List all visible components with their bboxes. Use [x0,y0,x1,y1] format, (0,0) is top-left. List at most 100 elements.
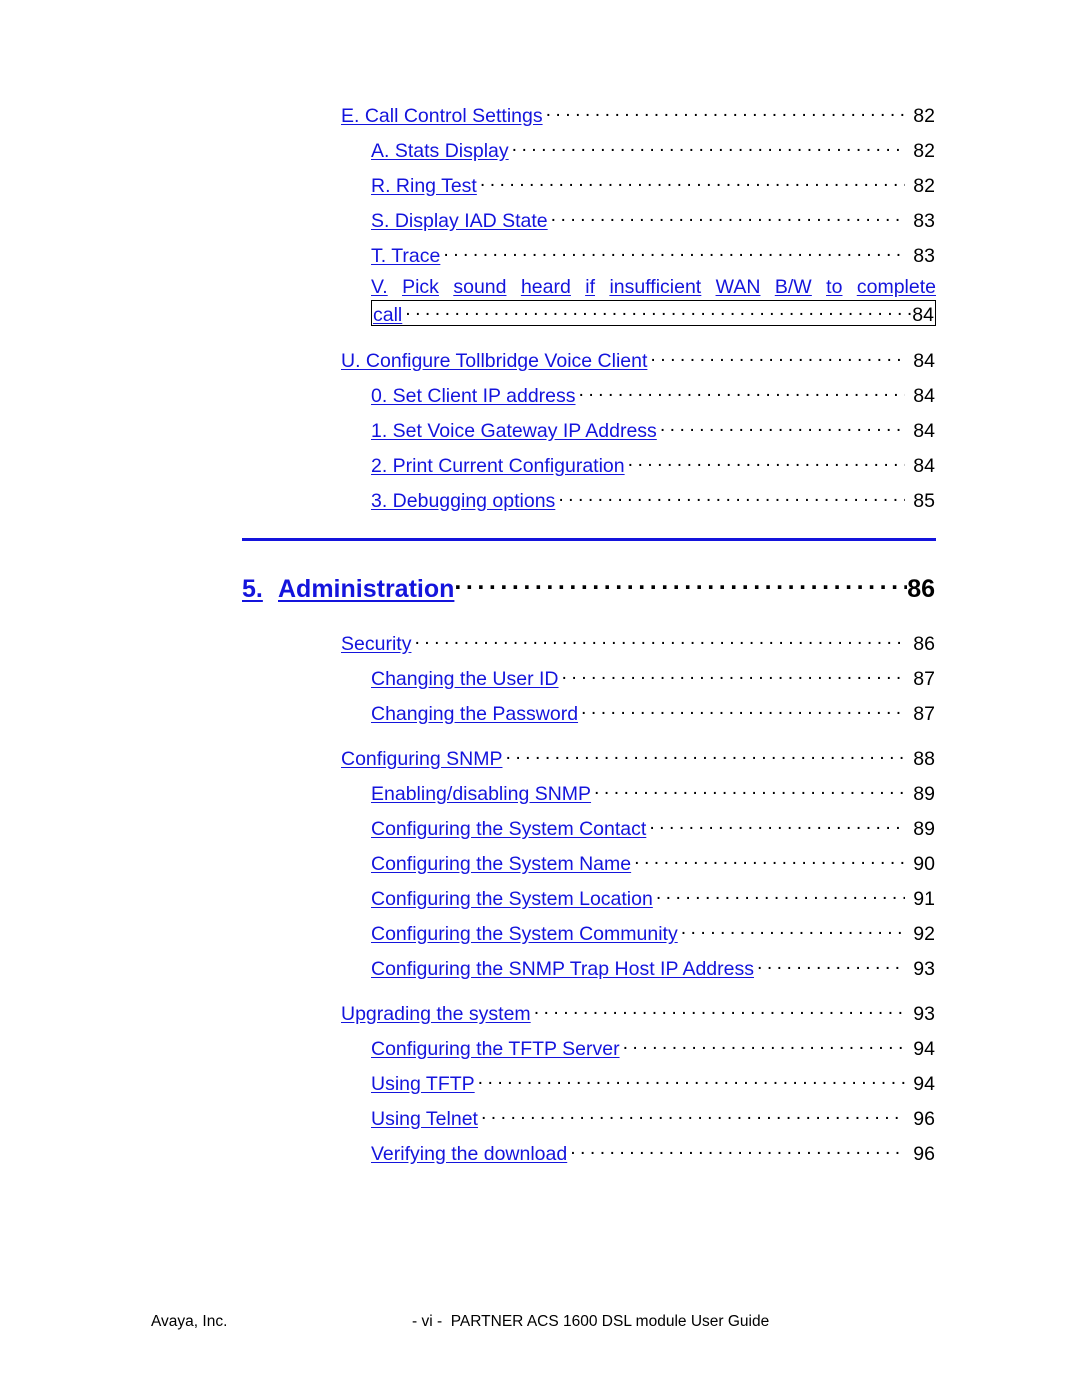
toc-entry-page: 96 [913,1142,935,1165]
toc-entry-label[interactable]: Configuring the System Location [371,889,653,909]
toc-entry[interactable]: Using TFTP 94 [371,1070,935,1094]
dot-leader [570,1140,905,1160]
toc-entry-page: 88 [913,747,935,770]
dot-leader [581,700,905,720]
toc-entry-label[interactable]: 3. Debugging options [371,491,555,511]
toc-entry-page: 82 [913,174,935,197]
dot-leader [562,665,905,685]
chapter-page: 86 [907,575,935,603]
footer-page-marker-and-title: - vi - PARTNER ACS 1600 DSL module User … [412,1313,770,1330]
toc-entry-label-line1[interactable]: V. Pick sound heard if insufficient WAN … [371,277,936,297]
toc-entry[interactable]: U. Configure Tollbridge Voice Client 84 [341,347,935,371]
toc-entry-label[interactable]: Configuring the System Name [371,854,631,874]
toc-entry[interactable]: 0. Set Client IP address 84 [371,382,935,406]
footer-company: Avaya, Inc. [151,1313,228,1330]
toc-entry[interactable]: Configuring SNMP 88 [341,745,935,769]
toc-entry-label[interactable]: Upgrading the system [341,1004,531,1024]
toc-entry[interactable]: 1. Set Voice Gateway IP Address 84 [371,417,935,441]
dot-leader [623,1035,905,1055]
dot-leader [534,1000,905,1020]
toc-entry-label[interactable]: Enabling/disabling SNMP [371,784,591,804]
toc-entry-page: 94 [913,1072,935,1095]
page-footer: Avaya, Inc. - vi - PARTNER ACS 1600 DSL … [0,1313,1080,1337]
toc-entry-label[interactable]: 0. Set Client IP address [371,386,576,406]
toc-entry[interactable]: Upgrading the system 93 [341,1000,935,1024]
toc-entry[interactable]: Verifying the download 96 [371,1140,935,1164]
dot-leader [681,920,905,940]
dot-leader [478,1070,905,1090]
toc-entry[interactable]: T. Trace 83 [371,242,935,266]
chapter-number: 5. [242,575,263,603]
dot-leader [628,452,905,472]
dot-leader [579,382,905,402]
dot-leader [481,1105,905,1125]
dot-leader [757,955,905,975]
toc-entry[interactable]: Configuring the SNMP Trap Host IP Addres… [371,955,935,979]
toc-entry-label[interactable]: Configuring the SNMP Trap Host IP Addres… [371,959,754,979]
toc-entry[interactable]: E. Call Control Settings 82 [341,102,935,126]
toc-entry[interactable]: Security 86 [341,630,935,654]
toc-entry-page: 84 [913,419,935,442]
toc-entry-label[interactable]: 1. Set Voice Gateway IP Address [371,421,657,441]
toc-entry-label[interactable]: A. Stats Display [371,141,509,161]
toc-entry-page: 83 [913,244,935,267]
toc-entry-page: 82 [913,139,935,162]
dot-leader [512,137,905,157]
toc-entry[interactable]: 2. Print Current Configuration 84 [371,452,935,476]
toc-entry[interactable]: Configuring the System Contact 89 [371,815,935,839]
toc-entry[interactable]: S. Display IAD State 83 [371,207,935,231]
toc-entry-label[interactable]: 2. Print Current Configuration [371,456,625,476]
toc-entry-page: 84 [913,454,935,477]
toc-entry-selected[interactable]: V. Pick sound heard if insufficient WAN … [371,277,936,326]
toc-entry-label[interactable]: E. Call Control Settings [341,106,543,126]
dot-leader [454,572,907,597]
toc-entry-page: 94 [913,1037,935,1060]
toc-entry[interactable]: 3. Debugging options 85 [371,487,935,511]
toc-entry-focus-box[interactable]: call 84 [371,300,936,326]
toc-entry[interactable]: Using Telnet 96 [371,1105,935,1129]
dot-leader [656,885,905,905]
toc-entry-page: 92 [913,922,935,945]
toc-entry-label[interactable]: R. Ring Test [371,176,477,196]
toc-entry-page: 89 [913,782,935,805]
toc-entry-label[interactable]: S. Display IAD State [371,211,548,231]
toc-entry-page: 96 [913,1107,935,1130]
toc-entry[interactable]: Configuring the System Location 91 [371,885,935,909]
toc-entry[interactable]: Enabling/disabling SNMP 89 [371,780,935,804]
dot-leader [594,780,905,800]
toc-entry-label[interactable]: U. Configure Tollbridge Voice Client [341,351,647,371]
dot-leader [551,207,905,227]
toc-entry-page: 89 [913,817,935,840]
toc-entry-label[interactable]: Verifying the download [371,1144,567,1164]
toc-entry-page: 93 [913,957,935,980]
toc-entry[interactable]: Configuring the TFTP Server 94 [371,1035,935,1059]
dot-leader [649,815,905,835]
toc-entry-label[interactable]: Configuring the System Contact [371,819,646,839]
toc-entry[interactable]: R. Ring Test 82 [371,172,935,196]
toc-entry-label[interactable]: T. Trace [371,246,440,266]
toc-entry-label[interactable]: Using Telnet [371,1109,478,1129]
toc-entry[interactable]: Changing the User ID 87 [371,665,935,689]
dot-leader [505,745,905,765]
toc-entry-label[interactable]: Changing the User ID [371,669,559,689]
toc-chapter-entry[interactable]: 5. Administration 86 [242,572,935,603]
toc-entry-label[interactable]: Changing the Password [371,704,578,724]
toc-entry[interactable]: Changing the Password 87 [371,700,935,724]
dot-leader [546,102,905,122]
toc-entry-page: 82 [913,104,935,127]
toc-entry-label[interactable]: Configuring the System Community [371,924,678,944]
toc-entry-page: 84 [913,349,935,372]
toc-entry-label-line2[interactable]: call [373,305,402,325]
toc-entry[interactable]: Configuring the System Community 92 [371,920,935,944]
dot-leader [443,242,905,262]
toc-entry-label[interactable]: Configuring the TFTP Server [371,1039,620,1059]
toc-entry[interactable]: Configuring the System Name 90 [371,850,935,874]
toc-entry-page: 87 [913,702,935,725]
toc-entry[interactable]: A. Stats Display 82 [371,137,935,161]
toc-entry-label[interactable]: Configuring SNMP [341,749,502,769]
dot-leader [660,417,905,437]
toc-entry-label[interactable]: Using TFTP [371,1074,475,1094]
toc-entry-label[interactable]: Security [341,634,411,654]
dot-leader [480,172,905,192]
chapter-title[interactable]: Administration [278,575,454,603]
